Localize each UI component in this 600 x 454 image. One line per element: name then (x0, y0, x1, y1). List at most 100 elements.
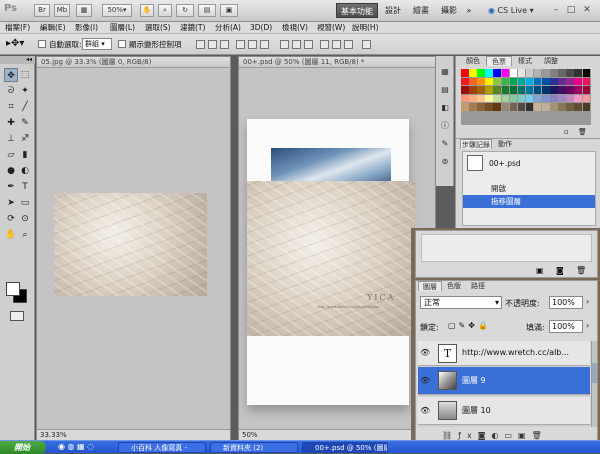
taskbar-item-browser[interactable]: 小百科 人像寫真 - (118, 442, 206, 453)
distribute-left-icon[interactable] (320, 40, 329, 49)
magic-wand-tool-icon[interactable]: ✦ (18, 84, 32, 98)
layers-scrollbar[interactable] (591, 341, 597, 427)
auto-select-checkbox[interactable] (38, 40, 46, 48)
menu-image[interactable]: 影像(I) (75, 22, 98, 34)
quick-launch-icons[interactable]: ◉ ◍ ▦ ◌ (58, 442, 94, 451)
color-swatch[interactable] (469, 86, 477, 94)
color-swatch[interactable] (493, 77, 501, 85)
color-swatch[interactable] (477, 94, 485, 102)
brush-panel-icon[interactable]: ✎ (439, 138, 451, 150)
color-swatch[interactable] (550, 94, 558, 102)
fill-input[interactable]: 100% (549, 320, 583, 333)
color-swatch[interactable] (542, 69, 550, 77)
marquee-tool-icon[interactable]: ⬚ (18, 68, 32, 82)
align-top-icon[interactable] (196, 40, 205, 49)
color-swatch[interactable] (574, 103, 582, 111)
gradient-tool-icon[interactable]: ▮ (18, 148, 32, 162)
menu-layer[interactable]: 圖層(L) (110, 22, 135, 34)
color-swatch[interactable] (461, 103, 469, 111)
new-swatch-icon[interactable]: ▫ (564, 128, 569, 136)
visibility-eye-icon[interactable]: 👁 (420, 376, 430, 386)
info-panel-icon[interactable]: ⓘ (439, 120, 451, 132)
foreground-color-swatch[interactable] (6, 282, 20, 296)
lasso-tool-icon[interactable]: ᘐ (4, 84, 18, 98)
align-hcenter-icon[interactable] (248, 40, 257, 49)
new-document-from-state-icon[interactable]: ▣ (536, 266, 544, 275)
color-swatch[interactable] (582, 86, 590, 94)
mini-bridge-button[interactable]: Mb (54, 4, 70, 17)
layer-row-text[interactable]: 👁 T http://www.wretch.cc/alb... (418, 341, 590, 366)
history-step[interactable]: 開啟 (463, 182, 595, 195)
color-swatch[interactable] (509, 94, 518, 102)
color-swatch[interactable] (501, 77, 509, 85)
color-swatch[interactable] (469, 77, 477, 85)
color-swatch[interactable] (477, 69, 485, 77)
history-panel-icon[interactable]: ▤ (439, 84, 451, 96)
color-swatch[interactable] (469, 69, 477, 77)
rotate-view-icon[interactable]: ↻ (176, 4, 194, 17)
workspace-photography[interactable]: 攝影 (438, 3, 460, 18)
workspace-design[interactable]: 設計 (382, 3, 404, 18)
color-swatch[interactable] (558, 77, 566, 85)
color-swatch[interactable] (574, 86, 582, 94)
color-swatch[interactable] (558, 94, 566, 102)
tab-styles[interactable]: 樣式 (512, 56, 538, 66)
color-swatch[interactable] (485, 94, 493, 102)
color-swatch[interactable] (501, 94, 509, 102)
color-swatch[interactable] (582, 94, 590, 102)
color-swatch[interactable] (485, 69, 493, 77)
extras-button[interactable]: ▦ (76, 4, 92, 17)
color-swatch[interactable] (533, 86, 542, 94)
zoom-icon[interactable]: ⌕ (158, 4, 172, 17)
color-swatch[interactable] (461, 94, 469, 102)
scrollbar-thumb[interactable] (592, 363, 597, 383)
color-swatch[interactable] (550, 69, 558, 77)
history-brush-tool-icon[interactable]: ♐ (18, 132, 32, 146)
align-vcenter-icon[interactable] (208, 40, 217, 49)
document-tab[interactable]: 05.jpg @ 33.3% (圖層 0, RGB/8) (37, 57, 230, 68)
color-swatch[interactable] (509, 69, 518, 77)
color-swatch[interactable] (525, 69, 534, 77)
color-swatch[interactable] (461, 69, 469, 77)
auto-align-icon[interactable] (362, 40, 371, 49)
color-swatch[interactable] (525, 103, 534, 111)
eyedropper-tool-icon[interactable]: ╱ (18, 100, 32, 114)
menu-window[interactable]: 視窗(W) (317, 22, 345, 34)
color-swatch[interactable] (477, 86, 485, 94)
color-swatch[interactable] (469, 94, 477, 102)
clone-source-icon[interactable]: ⊚ (439, 156, 451, 168)
healing-brush-tool-icon[interactable]: ✚ (4, 116, 18, 130)
color-swatch[interactable] (574, 94, 582, 102)
snapshot-thumbnail[interactable] (467, 155, 483, 171)
color-swatch[interactable] (493, 94, 501, 102)
minimize-icon[interactable]: – (550, 4, 562, 16)
color-swatch[interactable] (566, 77, 574, 85)
mini-bridge-icon[interactable]: ▦ (439, 66, 451, 78)
distribute-bottom-icon[interactable] (304, 40, 313, 49)
color-swatch[interactable] (501, 69, 509, 77)
color-swatch[interactable] (493, 69, 501, 77)
color-swatch[interactable] (461, 86, 469, 94)
color-swatch[interactable] (501, 103, 509, 111)
distribute-vcenter-icon[interactable] (292, 40, 301, 49)
distribute-top-icon[interactable] (280, 40, 289, 49)
color-swatch[interactable] (501, 86, 509, 94)
tab-adjustments[interactable]: 調整 (538, 56, 564, 66)
color-swatch[interactable] (582, 77, 590, 85)
color-swatch[interactable] (582, 103, 590, 111)
layer-row-selected[interactable]: 👁 圖層 9 (418, 367, 590, 395)
distribute-hcenter-icon[interactable] (332, 40, 341, 49)
blend-mode-select[interactable]: 正常 ▾ (420, 296, 502, 309)
close-icon[interactable]: ✕ (581, 4, 593, 16)
color-swatch[interactable] (574, 69, 582, 77)
color-swatch[interactable] (550, 77, 558, 85)
color-swatch[interactable] (533, 69, 542, 77)
align-left-icon[interactable] (236, 40, 245, 49)
visibility-eye-icon[interactable]: 👁 (420, 348, 430, 358)
menu-select[interactable]: 選取(S) (145, 22, 171, 34)
color-swatch[interactable] (477, 103, 485, 111)
taskbar-item-photoshop[interactable]: 00+.psd @ 50% (圖層... (302, 442, 388, 453)
document-tab[interactable]: 00+.psd @ 50% (圖層 11, RGB/8) * (239, 57, 435, 68)
quick-mask-icon[interactable] (10, 311, 24, 321)
color-swatch[interactable] (525, 94, 534, 102)
